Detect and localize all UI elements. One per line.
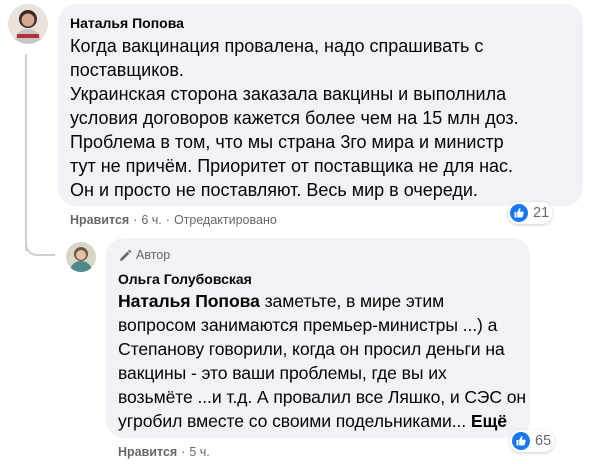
edited-label: Отредактировано bbox=[173, 213, 277, 227]
reply-line: Степанову говорили, когда он просил день… bbox=[118, 339, 505, 359]
reaction-summary[interactable]: 65 bbox=[510, 430, 555, 452]
reply-line: Наталья Попова заметьте, в мире этим bbox=[118, 289, 528, 313]
reply-actions: Нравится · 5 ч. bbox=[118, 445, 210, 459]
reply-line-rest: заметьте, в мире этим bbox=[259, 291, 445, 311]
reply-line: вопросом занимаются премьер-министры ...… bbox=[118, 315, 498, 335]
comment-line: Проблема в том, что мы страна 3го мира и… bbox=[70, 132, 504, 152]
comment-author[interactable]: Наталья Попова bbox=[70, 15, 184, 32]
author-badge-label: Автор bbox=[136, 248, 171, 262]
comment-line: Украинская сторона заказала вакцины и вы… bbox=[70, 84, 507, 104]
reaction-count: 21 bbox=[533, 205, 550, 221]
comment-line: Когда вакцинация провалена, надо спрашив… bbox=[70, 36, 484, 56]
pen-icon bbox=[118, 249, 132, 263]
comment-line: поставщиков. bbox=[70, 60, 184, 80]
thumbs-up-icon bbox=[510, 204, 528, 222]
reply-time[interactable]: 5 ч. bbox=[189, 445, 209, 459]
like-button[interactable]: Нравится bbox=[70, 213, 129, 227]
reply-text: Наталья Попова заметьте, в мире этим воп… bbox=[118, 289, 528, 433]
reply-author[interactable]: Ольга Голубовская bbox=[118, 271, 252, 288]
reaction-count: 65 bbox=[535, 433, 552, 449]
mention-link[interactable]: Наталья Попова bbox=[118, 291, 260, 311]
like-button[interactable]: Нравится bbox=[118, 445, 177, 459]
reaction-summary[interactable]: 21 bbox=[508, 202, 553, 224]
thumbs-up-icon bbox=[512, 432, 530, 450]
comment-actions: Нравится · 6 ч. · Отредактировано bbox=[70, 213, 277, 227]
reply-line: вакцины - это ваши проблемы, где вы их bbox=[118, 363, 447, 383]
thread-line bbox=[25, 54, 27, 251]
comment-line: Он и просто не поставляют. Весь мир в оч… bbox=[70, 180, 478, 200]
comment-text: Когда вакцинация провалена, надо спрашив… bbox=[70, 34, 575, 202]
comment-time[interactable]: 6 ч. bbox=[141, 213, 161, 227]
reply-last-line: угробил вместе со своими подельниками... bbox=[118, 411, 467, 431]
reply-line: возьмёте ...и т.д. А провалил все Ляшко,… bbox=[118, 387, 527, 407]
reply-bubble: Автор Ольга Голубовская Наталья Попова з… bbox=[106, 238, 530, 438]
comment-bubble: Наталья Попова Когда вакцинация провален… bbox=[58, 4, 583, 206]
reply-line: угробил вместе со своими подельниками...… bbox=[118, 409, 528, 433]
see-more-link[interactable]: Ещё bbox=[471, 411, 507, 431]
commenter-avatar[interactable] bbox=[8, 4, 48, 44]
comment-line: тут не причём. Приоритет от поставщика н… bbox=[70, 156, 514, 176]
thread-line-curve bbox=[25, 232, 55, 256]
author-badge: Автор bbox=[118, 248, 170, 263]
comment-line: условия договоров кажется более чем на 1… bbox=[70, 108, 519, 128]
reply-author-avatar[interactable] bbox=[66, 242, 96, 272]
